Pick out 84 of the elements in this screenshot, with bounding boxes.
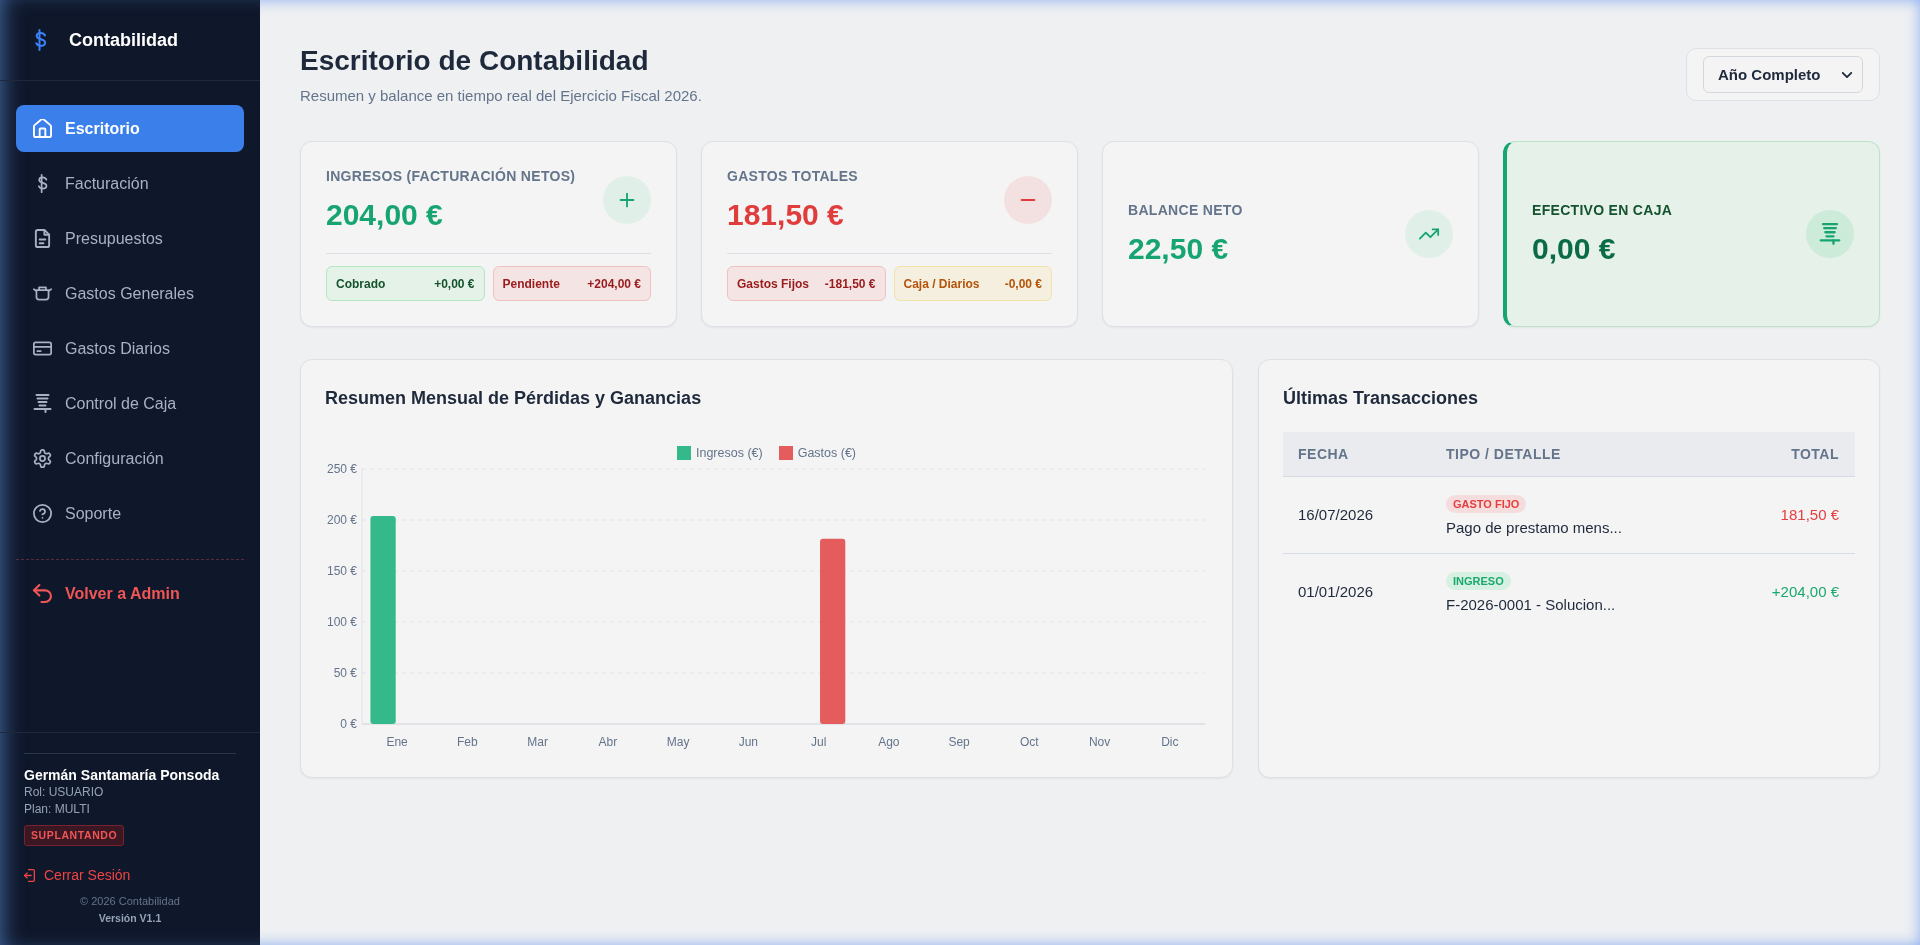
nav-item[interactable]: Escritorio bbox=[16, 105, 244, 152]
nav-item[interactable]: Presupuestos bbox=[16, 215, 244, 262]
card-title: Resumen Mensual de Pérdidas y Ganancias bbox=[325, 388, 702, 408]
settings-icon bbox=[33, 449, 52, 468]
credit-card-icon bbox=[33, 339, 52, 358]
axis-label: Jun bbox=[738, 735, 759, 749]
kpi-label: INGRESOS (FACTURACIÓN NETOS) bbox=[326, 168, 576, 184]
dollar-sign-icon bbox=[34, 29, 47, 51]
nav-item[interactable]: Control de Caja bbox=[16, 380, 244, 427]
pill-value: -0,00 € bbox=[1004, 276, 1042, 291]
version-text: Versión V1.1 bbox=[98, 912, 162, 924]
pill-label: Pendiente bbox=[502, 276, 560, 291]
kpi-label: EFECTIVO EN CAJA bbox=[1532, 202, 1673, 218]
amount-text: 181,50 € bbox=[1780, 506, 1839, 523]
plus-icon bbox=[603, 175, 651, 224]
legend-label: Gastos (€) bbox=[797, 446, 857, 460]
page-subtitle: Resumen y balance en tiempo real del Ejercicio Fiscal 2026. bbox=[300, 87, 702, 104]
pill-value: +0,00 € bbox=[434, 276, 475, 291]
axis-label: Ene bbox=[386, 735, 408, 749]
copyright-text: © 2026 Contabilidad bbox=[80, 895, 180, 907]
user-plan: Plan: MULTI bbox=[24, 801, 90, 818]
pill-label: Caja / Diarios bbox=[903, 276, 980, 291]
axis-label: Nov bbox=[1088, 735, 1111, 749]
axis-label: Jul bbox=[810, 735, 827, 749]
trending-up-icon bbox=[1405, 209, 1453, 258]
kpi-label: BALANCE NETO bbox=[1128, 202, 1243, 218]
kpi-value: 181,50 € bbox=[727, 198, 844, 231]
pill-label: Cobrado bbox=[336, 276, 386, 291]
help-icon bbox=[33, 504, 52, 523]
pot-icon bbox=[33, 284, 52, 303]
pill-value: +204,00 € bbox=[587, 276, 641, 291]
axis-label: 200 € bbox=[326, 513, 357, 527]
kpi-value: 0,00 € bbox=[1532, 232, 1616, 265]
axis-label: Dic bbox=[1161, 735, 1179, 749]
kpi-label: GASTOS TOTALES bbox=[727, 168, 858, 184]
logout-link[interactable]: Cerrar Sesión bbox=[24, 866, 131, 884]
nav-item[interactable]: Facturación bbox=[16, 160, 244, 207]
date-text: 01/01/2026 bbox=[1298, 583, 1374, 600]
cash-stack-icon bbox=[1806, 209, 1854, 258]
axis-label: 100 € bbox=[326, 615, 357, 629]
nav-item[interactable]: Soporte bbox=[16, 490, 244, 537]
user-role: Rol: USUARIO bbox=[24, 784, 104, 801]
date-text: 16/07/2026 bbox=[1298, 506, 1374, 523]
back-to-admin-link[interactable]: Volver a Admin bbox=[16, 570, 244, 617]
nav-item[interactable]: Gastos Diarios bbox=[16, 325, 244, 372]
period-select[interactable]: Año Completo bbox=[1703, 56, 1863, 93]
kpi-value: 204,00 € bbox=[326, 198, 443, 231]
axis-label: 150 € bbox=[326, 564, 357, 578]
home-icon bbox=[33, 119, 52, 138]
axis-label: 250 € bbox=[326, 462, 357, 476]
column-header: TOTAL bbox=[1718, 432, 1855, 477]
pill-label: Gastos Fijos bbox=[737, 276, 810, 291]
page-title: Escritorio de Contabilidad bbox=[300, 45, 649, 76]
minus-icon bbox=[1004, 175, 1052, 224]
axis-label: Oct bbox=[1020, 735, 1039, 749]
axis-label: Abr bbox=[598, 735, 618, 749]
axis-label: 50 € bbox=[333, 666, 357, 680]
axis-label: 0 € bbox=[340, 717, 357, 731]
app-name: Contabilidad bbox=[69, 29, 178, 51]
type-tag: GASTO FIJO bbox=[1446, 494, 1527, 513]
cash-stack-icon bbox=[33, 394, 52, 413]
type-tag: INGRESO bbox=[1446, 571, 1511, 590]
column-header: FECHA bbox=[1283, 432, 1431, 477]
detail-text: Pago de prestamo mens... bbox=[1446, 518, 1622, 536]
logout-icon bbox=[24, 868, 35, 882]
axis-label: May bbox=[666, 735, 690, 749]
document-icon bbox=[33, 229, 52, 248]
axis-label: Feb bbox=[457, 735, 478, 749]
nav-item[interactable]: Gastos Generales bbox=[16, 270, 244, 317]
nav-item[interactable]: Configuración bbox=[16, 435, 244, 482]
status-badge: SUPLANTANDO bbox=[24, 825, 125, 846]
legend-label: Ingresos (€) bbox=[695, 446, 763, 460]
axis-label: Mar bbox=[527, 735, 548, 749]
detail-text: F-2026-0001 - Solucion... bbox=[1446, 595, 1616, 613]
kpi-value: 22,50 € bbox=[1128, 232, 1229, 265]
undo-arrow-icon bbox=[33, 584, 52, 603]
card-title: Últimas Transacciones bbox=[1283, 388, 1479, 408]
column-header: TIPO / DETALLE bbox=[1431, 432, 1719, 477]
axis-label: Ago bbox=[878, 735, 900, 749]
axis-label: Sep bbox=[948, 735, 970, 749]
pill-value: -181,50 € bbox=[824, 276, 876, 291]
user-name: Germán Santamaría Ponsoda bbox=[24, 766, 220, 784]
chevron-down-icon bbox=[1842, 71, 1852, 78]
amount-text: +204,00 € bbox=[1771, 583, 1839, 600]
